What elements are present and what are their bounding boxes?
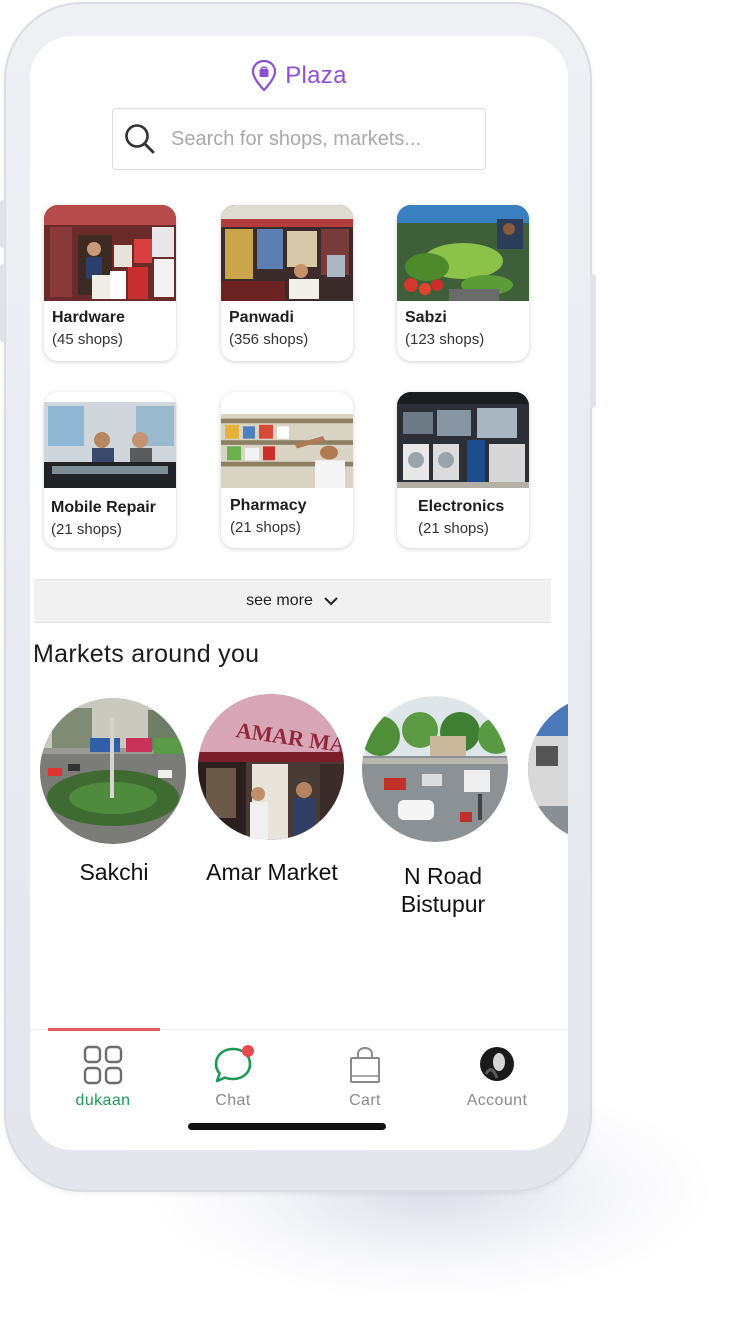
- category-card-electronics[interactable]: Electronics (21 shops): [397, 392, 529, 548]
- phone-volume-button: [0, 200, 5, 248]
- search-bar[interactable]: [112, 108, 486, 170]
- nav-tab-dukaan[interactable]: dukaan: [48, 1044, 158, 1114]
- shopping-bag-icon: [350, 1047, 380, 1083]
- category-card-sabzi[interactable]: Sabzi (123 shops): [397, 205, 529, 361]
- nav-tab-account[interactable]: Account: [442, 1044, 552, 1114]
- see-more-label: see more: [246, 592, 313, 609]
- market-name: N Road Bistupur: [400, 863, 486, 917]
- category-shop-count: (356 shops): [229, 331, 309, 348]
- app-header: Plaza: [30, 58, 568, 94]
- search-input[interactable]: [171, 127, 471, 151]
- category-name: Panwadi: [229, 309, 294, 326]
- home-indicator-bar: [188, 1123, 386, 1130]
- sabzi-shop-photo: [397, 205, 529, 301]
- phone-volume-button: [0, 264, 5, 342]
- category-card-pharmacy[interactable]: Pharmacy (21 shops): [221, 392, 353, 548]
- phone-side-button: [590, 274, 596, 408]
- chat-notification-badge: [242, 1045, 254, 1057]
- nav-label: Cart: [349, 1092, 381, 1109]
- app-screen: Plaza Hardware (45 shops): [30, 36, 568, 1150]
- category-name: Mobile Repair: [51, 499, 156, 516]
- markets-section-title: Markets around you: [33, 640, 260, 668]
- category-card-panwadi[interactable]: Panwadi (356 shops): [221, 205, 353, 361]
- see-more-button[interactable]: see more: [34, 579, 551, 623]
- search-icon: [125, 124, 155, 154]
- category-card-hardware[interactable]: Hardware (45 shops): [44, 205, 176, 361]
- avatar-icon: [480, 1047, 514, 1081]
- panwadi-shop-photo: [221, 205, 353, 301]
- chat-bubble-icon: [214, 1045, 254, 1083]
- active-tab-indicator: [48, 1028, 160, 1031]
- nav-tab-cart[interactable]: Cart: [310, 1044, 420, 1114]
- amar-market-photo: AMAR MARKET: [198, 694, 344, 840]
- market-card-amar-market[interactable]: AMAR MARKET: [196, 694, 346, 845]
- mobile-repair-shop-photo: [44, 392, 176, 488]
- nav-tab-chat[interactable]: Chat: [178, 1044, 288, 1114]
- sakchi-market-photo: [40, 698, 186, 844]
- hardware-shop-photo: [44, 205, 176, 301]
- grid-icon: [83, 1045, 123, 1085]
- electronics-shop-photo: [397, 392, 529, 488]
- category-shop-count: (45 shops): [52, 331, 123, 348]
- category-shop-count: (21 shops): [418, 520, 489, 537]
- nav-label: Chat: [215, 1092, 251, 1109]
- market-card-sakchi[interactable]: [38, 698, 188, 849]
- category-card-mobile-repair[interactable]: Mobile Repair (21 shops): [44, 392, 176, 548]
- partial-market-photo: [528, 696, 568, 842]
- category-shop-count: (123 shops): [405, 331, 485, 348]
- category-name: Sabzi: [405, 309, 447, 326]
- bottom-navigation: dukaan Chat Cart Account: [30, 1028, 568, 1150]
- nav-label: Account: [466, 1092, 528, 1109]
- brand-name: Plaza: [285, 62, 347, 89]
- category-name: Pharmacy: [230, 497, 307, 514]
- market-name: Sakchi: [79, 859, 149, 885]
- category-name: Hardware: [52, 309, 125, 326]
- category-shop-count: (21 shops): [51, 521, 122, 538]
- market-name: Amar Market: [206, 859, 338, 885]
- category-name: Electronics: [418, 498, 505, 515]
- location-pin-bag-icon: [252, 59, 277, 92]
- market-card-partial[interactable]: [526, 696, 568, 847]
- category-shop-count: (21 shops): [230, 519, 301, 536]
- n-road-bistupur-photo: [362, 696, 508, 842]
- market-card-n-road-bistupur[interactable]: [360, 696, 510, 847]
- chevron-down-icon: [324, 597, 338, 606]
- pharmacy-shop-photo: [221, 414, 353, 488]
- nav-label: dukaan: [75, 1092, 131, 1109]
